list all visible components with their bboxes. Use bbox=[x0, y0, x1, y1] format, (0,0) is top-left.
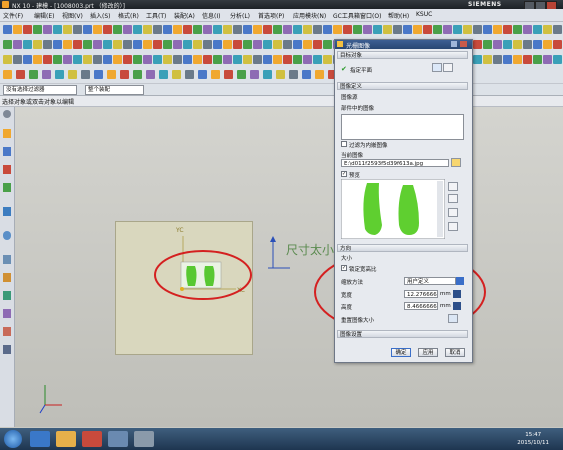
section-image-definition[interactable]: 图像定义 bbox=[337, 82, 468, 90]
taskbar-app-explorer[interactable] bbox=[56, 431, 76, 447]
width-label: 宽度 bbox=[341, 293, 353, 299]
target-value: 指定平面 bbox=[350, 68, 373, 74]
ok-button[interactable]: 确定 bbox=[391, 348, 411, 357]
bottle-left bbox=[186, 266, 197, 286]
clock-date: 2015/10/11 bbox=[517, 440, 549, 446]
preview-tool-1[interactable] bbox=[448, 182, 458, 191]
width-options-icon[interactable] bbox=[453, 290, 461, 298]
dialog-reset-icon[interactable] bbox=[451, 41, 457, 47]
size-section-label: 大小 bbox=[341, 256, 353, 262]
dialog-title: 光栅图像 bbox=[346, 43, 371, 50]
image-preview bbox=[341, 179, 445, 239]
plane-dialog-button[interactable] bbox=[432, 63, 442, 72]
preview-tool-2[interactable] bbox=[448, 194, 458, 203]
raster-image-dialog: 光栅图像 目标对象 ✔ 指定平面 图像定义 图像源 部件中的图像 过滤为内嵌图像… bbox=[334, 39, 473, 363]
taskbar: 15:47 2015/10/11 bbox=[0, 428, 563, 450]
plane-dropdown-button[interactable] bbox=[443, 63, 453, 72]
image-source-label: 图像源 bbox=[341, 95, 358, 101]
image-handle-dot bbox=[180, 287, 184, 291]
system-clock[interactable]: 15:47 2015/10/11 bbox=[517, 431, 549, 447]
scale-method-label: 缩放方法 bbox=[341, 280, 364, 286]
taskbar-app-media[interactable] bbox=[82, 431, 102, 447]
viewport-overlay: YC XC bbox=[39, 227, 486, 414]
lock-aspect-label: 锁定宽高比 bbox=[349, 267, 377, 273]
image-in-part-label: 部件中的图像 bbox=[341, 106, 375, 112]
current-image-path[interactable]: E:\d011f2593f5d39f613a.jpg bbox=[341, 159, 449, 167]
section-target-object[interactable]: 目标对象 bbox=[337, 51, 468, 59]
yc-label: YC bbox=[175, 227, 184, 234]
dialog-close-button[interactable] bbox=[460, 41, 467, 47]
preview-checkbox[interactable]: ✓ bbox=[341, 171, 347, 177]
filter-embedded-label: 过滤为内嵌图像 bbox=[349, 143, 388, 149]
browse-folder-icon[interactable] bbox=[451, 158, 461, 167]
reset-size-label: 重置图像大小 bbox=[341, 318, 375, 324]
height-input[interactable]: 8.4666666 bbox=[404, 302, 438, 310]
dialog-title-bar: 光栅图像 bbox=[335, 40, 472, 50]
preview-label: 预览 bbox=[349, 173, 361, 179]
section-image-settings[interactable]: 图像设置 bbox=[337, 330, 468, 338]
taskbar-app-browser[interactable] bbox=[30, 431, 50, 447]
preview-scrollbar bbox=[437, 181, 443, 237]
filter-embedded-checkbox[interactable] bbox=[341, 141, 347, 147]
dialog-icon bbox=[337, 41, 343, 47]
lock-aspect-checkbox[interactable]: ✓ bbox=[341, 265, 347, 271]
height-label: 高度 bbox=[341, 305, 353, 311]
clock-time: 15:47 bbox=[525, 432, 542, 438]
handle-arrowhead bbox=[270, 236, 276, 242]
cancel-button[interactable]: 取消 bbox=[445, 348, 465, 357]
current-image-label: 当前图像 bbox=[341, 153, 364, 159]
taskbar-app-window[interactable] bbox=[108, 431, 128, 447]
check-icon: ✔ bbox=[341, 65, 347, 73]
width-unit: mm bbox=[440, 291, 451, 297]
height-unit: mm bbox=[440, 303, 451, 309]
height-options-icon[interactable] bbox=[453, 302, 461, 310]
scale-method-select[interactable]: 用户定义 bbox=[404, 277, 456, 285]
section-orientation[interactable]: 方向 bbox=[337, 244, 468, 252]
bottle-right bbox=[204, 266, 215, 286]
width-input[interactable]: 12.2766666 bbox=[404, 290, 438, 298]
apply-button[interactable]: 应用 bbox=[418, 348, 438, 357]
triad-y bbox=[39, 404, 46, 414]
preview-tool-3[interactable] bbox=[448, 208, 458, 217]
reset-size-button[interactable] bbox=[448, 314, 458, 323]
preview-tool-4[interactable] bbox=[448, 222, 458, 231]
chevron-down-icon bbox=[456, 277, 464, 285]
image-list-box[interactable] bbox=[341, 114, 464, 140]
taskbar-app-nx[interactable] bbox=[134, 431, 154, 447]
start-button[interactable] bbox=[4, 430, 22, 448]
